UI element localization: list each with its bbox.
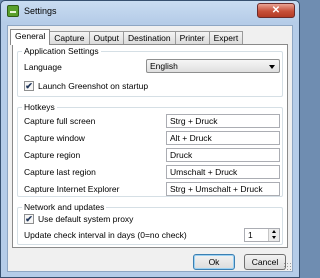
hotkeys-group: Hotkeys Capture full screen Strg + Druck…: [17, 102, 283, 197]
hotkey-internet-explorer-field[interactable]: Strg + Umschalt + Druck: [166, 182, 280, 196]
hotkey-window-field[interactable]: Alt + Druck: [166, 131, 280, 145]
chevron-down-icon: [269, 65, 275, 69]
tab-expert[interactable]: Expert: [208, 31, 244, 44]
network-updates-group: Network and updates ✔ Use default system…: [17, 202, 283, 245]
close-button[interactable]: ✕: [257, 3, 295, 18]
tab-strip: General Capture Output Destination Print…: [10, 29, 244, 45]
settings-window: Settings ✕ General Capture Output Destin…: [0, 0, 300, 278]
network-updates-legend: Network and updates: [22, 202, 107, 212]
application-settings-legend: Application Settings: [22, 46, 101, 56]
update-interval-label: Update check interval in days (0=no chec…: [24, 230, 187, 240]
hotkey-last-region-field[interactable]: Umschalt + Druck: [166, 165, 280, 179]
update-interval-stepper[interactable]: 1: [244, 228, 280, 242]
hotkey-label: Capture Internet Explorer: [24, 184, 120, 194]
hotkey-label: Capture region: [24, 150, 81, 160]
hotkey-full-screen-field[interactable]: Strg + Druck: [166, 114, 280, 128]
tab-output[interactable]: Output: [88, 31, 125, 44]
greenshot-icon: [7, 5, 19, 17]
tab-printer[interactable]: Printer: [174, 31, 210, 44]
title-bar[interactable]: Settings ✕: [1, 1, 299, 23]
ok-button[interactable]: Ok: [193, 254, 235, 270]
tab-destination[interactable]: Destination: [123, 31, 176, 44]
dialog-client: General Capture Output Destination Print…: [7, 25, 293, 272]
tab-general[interactable]: General: [10, 29, 51, 45]
update-interval-value: 1: [248, 230, 253, 240]
window-title: Settings: [24, 6, 57, 16]
default-proxy-label: Use default system proxy: [38, 214, 134, 224]
launch-on-startup-checkbox[interactable]: ✔: [24, 81, 34, 91]
language-value: English: [150, 61, 178, 71]
general-panel: Application Settings Language English ✔ …: [12, 44, 288, 248]
hotkey-label: Capture window: [24, 133, 85, 143]
language-select[interactable]: English: [146, 59, 280, 73]
tab-capture[interactable]: Capture: [49, 31, 90, 44]
cancel-button[interactable]: Cancel: [244, 254, 286, 270]
hotkeys-legend: Hotkeys: [22, 102, 57, 112]
application-settings-group: Application Settings Language English ✔ …: [17, 46, 283, 97]
default-proxy-checkbox[interactable]: ✔: [24, 214, 34, 224]
language-label: Language: [24, 62, 62, 72]
resize-grip-icon[interactable]: [283, 262, 291, 270]
hotkey-region-field[interactable]: Druck: [166, 148, 280, 162]
launch-on-startup-label: Launch Greenshot on startup: [38, 81, 149, 91]
spin-down-icon[interactable]: [268, 235, 279, 241]
hotkey-label: Capture last region: [24, 167, 96, 177]
hotkey-label: Capture full screen: [24, 116, 96, 126]
